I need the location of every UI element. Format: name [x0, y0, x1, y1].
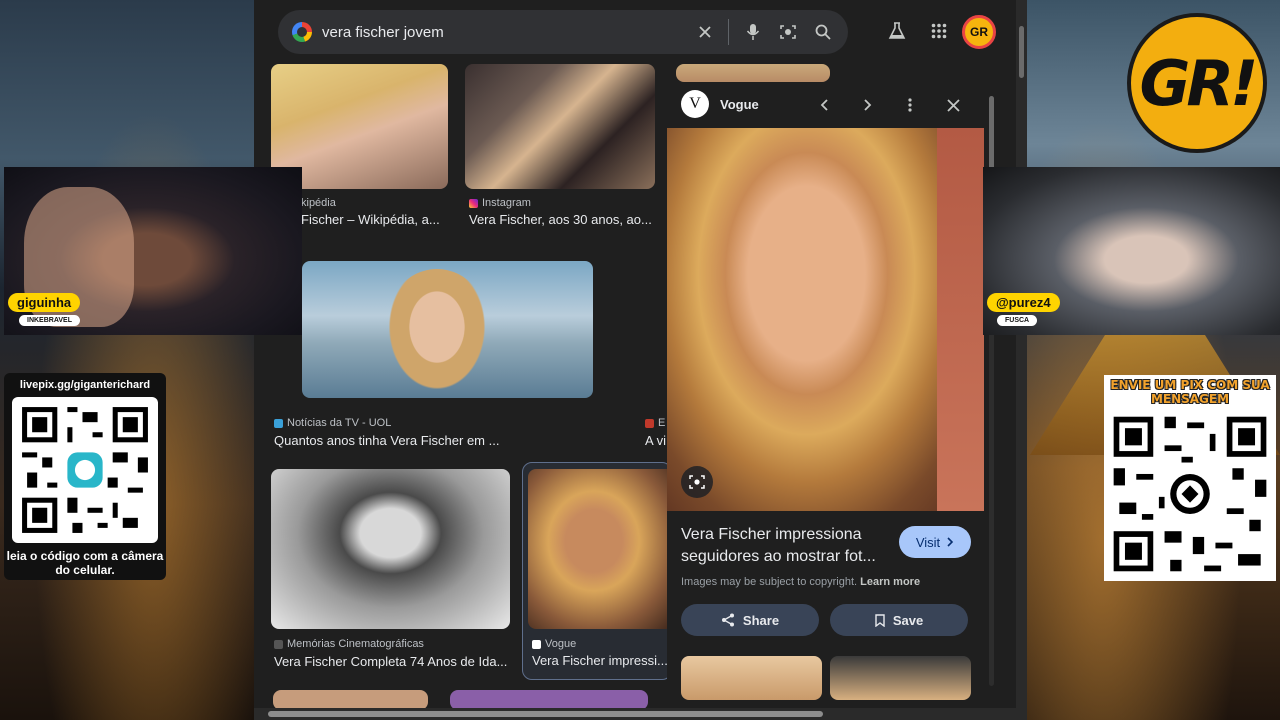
visual-search-button[interactable] [681, 466, 713, 498]
horizontal-scrollbar[interactable] [254, 708, 1016, 720]
result-image[interactable] [465, 64, 655, 189]
result-source: E [645, 417, 665, 429]
result-image[interactable] [528, 469, 674, 629]
browser-window: vera fischer jovem GR kipédia Fischer – … [254, 0, 1027, 720]
result-image[interactable] [273, 690, 428, 710]
result-title[interactable]: Vera Fischer impressi... [532, 653, 668, 668]
result-source: Notícias da TV - UOL [274, 417, 391, 429]
related-image[interactable] [830, 656, 971, 700]
right-streamer-sub: FUSCA [997, 315, 1038, 326]
share-label: Share [742, 612, 780, 628]
related-image[interactable] [681, 656, 822, 700]
account-avatar[interactable]: GR [962, 15, 996, 49]
clear-icon[interactable] [694, 21, 716, 43]
pix-qr-card: ENVIE UM PIX COM SUA MENSAGEM [1104, 375, 1276, 581]
panel-site-name[interactable]: Vogue [720, 97, 759, 112]
learn-more-link[interactable]: Learn more [860, 576, 920, 588]
copyright-text: Images may be subject to copyright. [681, 576, 858, 588]
site-favicon-icon [645, 418, 654, 428]
mic-icon[interactable] [742, 21, 764, 43]
save-button[interactable]: Save [830, 604, 968, 636]
page-scrollbar[interactable] [1016, 0, 1027, 720]
lens-icon[interactable] [777, 21, 799, 43]
share-button[interactable]: Share [681, 604, 819, 636]
search-bar[interactable]: vera fischer jovem [278, 10, 848, 54]
share-icon [721, 613, 734, 627]
visit-label: Visit [915, 534, 941, 550]
more-vert-icon[interactable] [899, 94, 921, 116]
result-title[interactable]: Fischer – Wikipédia, a... [301, 212, 449, 227]
preview-portrait [667, 128, 937, 511]
result-title[interactable]: Vera Fischer, aos 30 anos, ao... [469, 212, 654, 227]
livepix-qr-card: livepix.gg/giganterichard leia o código … [4, 373, 166, 580]
result-source: Memórias Cinematográficas [274, 638, 424, 650]
site-favicon-icon [274, 639, 283, 649]
result-source: Instagram [469, 197, 531, 209]
result-source: kipédia [301, 197, 336, 209]
preview-title[interactable]: Vera Fischer impressiona seguidores ao m… [681, 524, 891, 568]
result-image[interactable] [271, 469, 510, 629]
pix-qr-code [1108, 411, 1272, 577]
apps-grid-icon[interactable] [927, 19, 951, 43]
left-streamer-sub: INKEBRAVEL [19, 315, 80, 326]
livepix-qr-code [12, 397, 158, 543]
close-icon[interactable] [942, 94, 964, 116]
portrait-shape [382, 269, 492, 398]
result-image[interactable] [302, 261, 593, 398]
result-title[interactable]: Vera Fischer Completa 74 Anos de Ida... [274, 654, 510, 669]
panel-header: V Vogue [667, 84, 997, 126]
selected-result-card[interactable]: Vogue Vera Fischer impressi... [522, 462, 674, 680]
chevron-right-icon[interactable] [856, 94, 878, 116]
right-streamer-name: @purez4 [987, 293, 1060, 312]
preview-image[interactable] [667, 128, 984, 511]
result-image[interactable] [676, 64, 830, 82]
search-input[interactable]: vera fischer jovem [322, 24, 681, 41]
visit-button[interactable]: Visit [899, 526, 971, 558]
stream-background-left [0, 0, 255, 720]
vogue-logo: V [681, 90, 709, 118]
result-title[interactable]: Quantos anos tinha Vera Fischer em ... [274, 433, 574, 448]
search-divider [728, 19, 729, 45]
vogue-icon [532, 639, 541, 649]
chevron-left-icon[interactable] [814, 94, 836, 116]
instagram-icon [469, 198, 478, 208]
livepix-caption: leia o código com a câmera do celular. [6, 549, 164, 577]
labs-flask-icon[interactable] [885, 19, 909, 43]
pix-header: ENVIE UM PIX COM SUA MENSAGEM [1110, 378, 1270, 406]
google-logo-icon [292, 22, 312, 42]
bookmark-icon [875, 613, 885, 627]
left-streamer-name: giguinha [8, 293, 81, 312]
search-icon[interactable] [812, 21, 834, 43]
result-source: Vogue [532, 638, 576, 650]
livepix-url: livepix.gg/giganterichard [19, 379, 151, 391]
result-image[interactable] [450, 690, 648, 710]
uol-icon [274, 418, 283, 428]
chevron-right-small-icon [947, 537, 954, 547]
copyright-notice: Images may be subject to copyright. Lear… [681, 576, 920, 588]
result-title[interactable]: A vi [645, 433, 667, 448]
channel-logo: GR! [1127, 13, 1267, 153]
image-preview-panel: V Vogue Vera Fischer impressiona seguido… [667, 84, 997, 700]
save-label: Save [892, 612, 924, 628]
